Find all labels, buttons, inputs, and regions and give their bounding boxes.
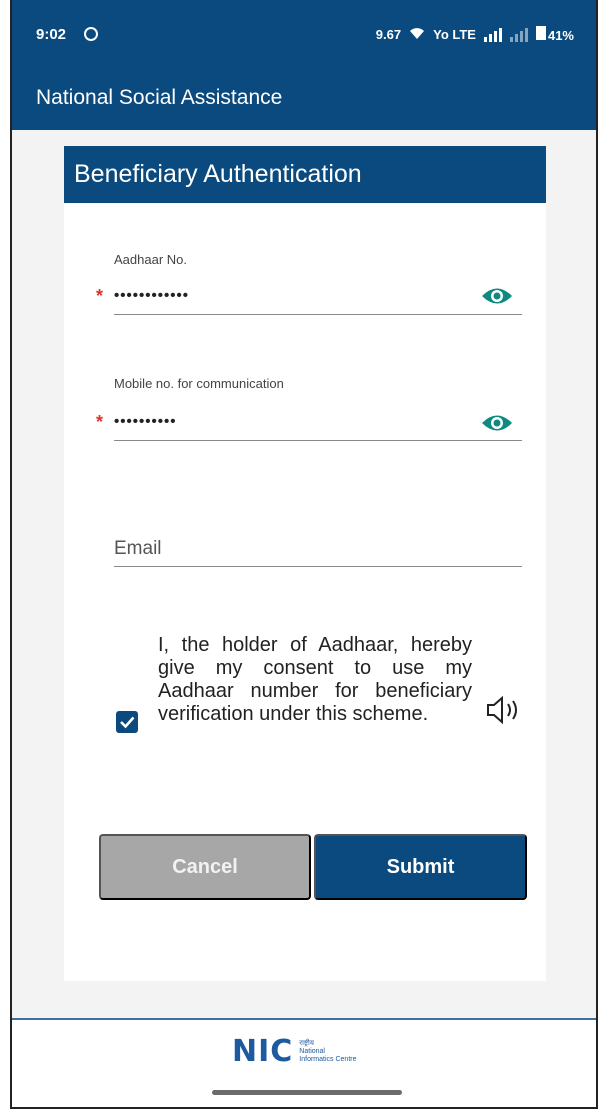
cancel-button[interactable]: Cancel bbox=[99, 834, 311, 900]
status-bar: 9:02 9.67 Yo LTE 41% bbox=[12, 0, 596, 70]
phone-screen: 9:02 9.67 Yo LTE 41% National Social Ass… bbox=[10, 0, 598, 1109]
network-type: Yo LTE bbox=[433, 27, 476, 42]
aadhaar-label: Aadhaar No. bbox=[114, 252, 187, 267]
nic-logo-subtitle: राष्ट्रीय National Informatics Centre bbox=[299, 1040, 359, 1064]
content-area: Beneficiary Authentication Aadhaar No. *… bbox=[12, 130, 596, 1018]
status-indicators: 9.67 Yo LTE 41% bbox=[376, 26, 574, 43]
consent-text: I, the holder of Aadhaar, hereby give my… bbox=[158, 634, 472, 725]
mobile-input[interactable]: •••••••••• bbox=[114, 413, 177, 430]
network-speed: 9.67 bbox=[375, 27, 402, 42]
mobile-underline bbox=[114, 440, 522, 441]
nic-hindi-text: राष्ट्रीय bbox=[299, 1039, 314, 1047]
status-time: 9:02 bbox=[36, 26, 67, 43]
home-indicator[interactable] bbox=[212, 1090, 402, 1095]
nic-logo-text: NIC bbox=[232, 1034, 294, 1069]
signal-icon bbox=[483, 27, 502, 42]
signal-icon-2 bbox=[509, 27, 528, 42]
whatsapp-icon bbox=[84, 27, 98, 41]
aadhaar-required-mark: * bbox=[96, 286, 104, 306]
email-underline bbox=[114, 566, 522, 567]
aadhaar-input[interactable]: •••••••••••• bbox=[114, 287, 189, 304]
show-aadhaar-eye-icon[interactable] bbox=[480, 285, 514, 307]
app-bar: National Social Assistance bbox=[12, 70, 596, 130]
speaker-icon[interactable] bbox=[484, 694, 526, 726]
show-mobile-eye-icon[interactable] bbox=[480, 412, 514, 434]
mobile-required-mark: * bbox=[96, 412, 104, 432]
email-input[interactable]: Email bbox=[114, 538, 162, 560]
battery-indicator: 41% bbox=[535, 26, 574, 43]
footer: NIC राष्ट्रीय National Informatics Centr… bbox=[12, 1020, 596, 1107]
submit-button[interactable]: Submit bbox=[314, 834, 527, 900]
consent-checkbox[interactable] bbox=[116, 711, 138, 733]
wifi-icon bbox=[409, 26, 425, 43]
app-title: National Social Assistance bbox=[36, 86, 283, 109]
nic-english-text: National Informatics Centre bbox=[299, 1047, 357, 1063]
battery-level: 41% bbox=[547, 28, 574, 43]
authentication-card: Beneficiary Authentication Aadhaar No. *… bbox=[64, 146, 546, 981]
nic-logo: NIC राष्ट्रीय National Informatics Centr… bbox=[232, 1034, 359, 1069]
aadhaar-underline bbox=[114, 314, 522, 315]
battery-icon bbox=[535, 26, 546, 40]
card-header: Beneficiary Authentication bbox=[64, 146, 546, 203]
mobile-label: Mobile no. for communication bbox=[114, 376, 284, 391]
